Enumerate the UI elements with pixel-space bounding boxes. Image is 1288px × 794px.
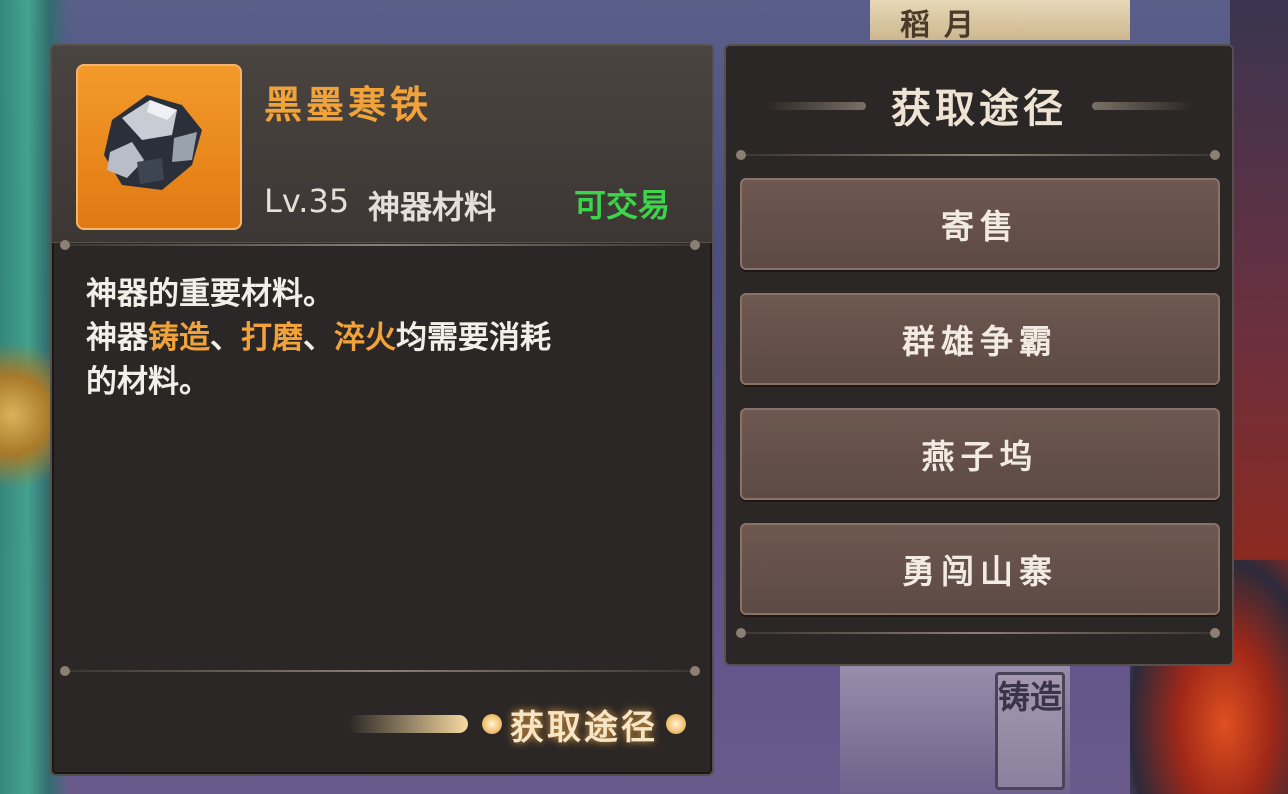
ore-icon [76, 64, 242, 230]
desc-highlight-forge: 铸造 [148, 320, 210, 356]
description-line-2: 神器铸造、打磨、淬火均需要消耗 [86, 316, 686, 360]
title-ornament-right-icon [1092, 102, 1192, 110]
item-detail-panel: 黑墨寒铁 Lv.35 神器材料 可交易 神器的重要材料。 神器铸造、打磨、淬火均… [50, 44, 714, 776]
desc-text: 、 [210, 320, 241, 356]
source-button-bandit-camp[interactable]: 勇闯山寨 [740, 523, 1220, 615]
desc-text: 均需要消耗 [396, 320, 551, 356]
desc-highlight-polish: 打磨 [241, 320, 303, 356]
item-description: 神器的重要材料。 神器铸造、打磨、淬火均需要消耗 的材料。 [86, 272, 686, 404]
sources-panel: 获取途径 寄售 群雄争霸 燕子坞 勇闯山寨 [724, 44, 1234, 666]
footer-divider [60, 666, 700, 676]
header-divider [60, 240, 700, 250]
background-stamp: 铸造 [995, 672, 1065, 790]
source-button-heroes-contest[interactable]: 群雄争霸 [740, 293, 1220, 385]
tradable-badge: 可交易 [574, 186, 671, 224]
obtain-sources-link[interactable]: 获取途径 [314, 694, 694, 754]
background-glyphs: 稻月 [900, 8, 988, 43]
item-type: 神器材料 [368, 188, 497, 226]
source-button-yanziwu[interactable]: 燕子坞 [740, 408, 1220, 500]
source-button-consignment[interactable]: 寄售 [740, 178, 1220, 270]
description-line-3: 的材料。 [86, 364, 210, 400]
orb-ornament-icon [482, 714, 502, 734]
sources-divider [736, 150, 1220, 160]
item-header: 黑墨寒铁 Lv.35 神器材料 可交易 [52, 46, 712, 243]
desc-highlight-temper: 淬火 [334, 320, 396, 356]
desc-text: 、 [303, 320, 334, 356]
sources-bottom-divider [736, 628, 1220, 638]
description-line-1: 神器的重要材料。 [86, 276, 334, 312]
swirl-ornament-icon [348, 715, 468, 733]
item-name: 黑墨寒铁 [264, 83, 433, 127]
obtain-sources-label: 获取途径 [510, 707, 658, 748]
orb-ornament-icon [666, 714, 686, 734]
item-level: Lv.35 [264, 182, 350, 220]
desc-text: 神器 [86, 320, 148, 356]
